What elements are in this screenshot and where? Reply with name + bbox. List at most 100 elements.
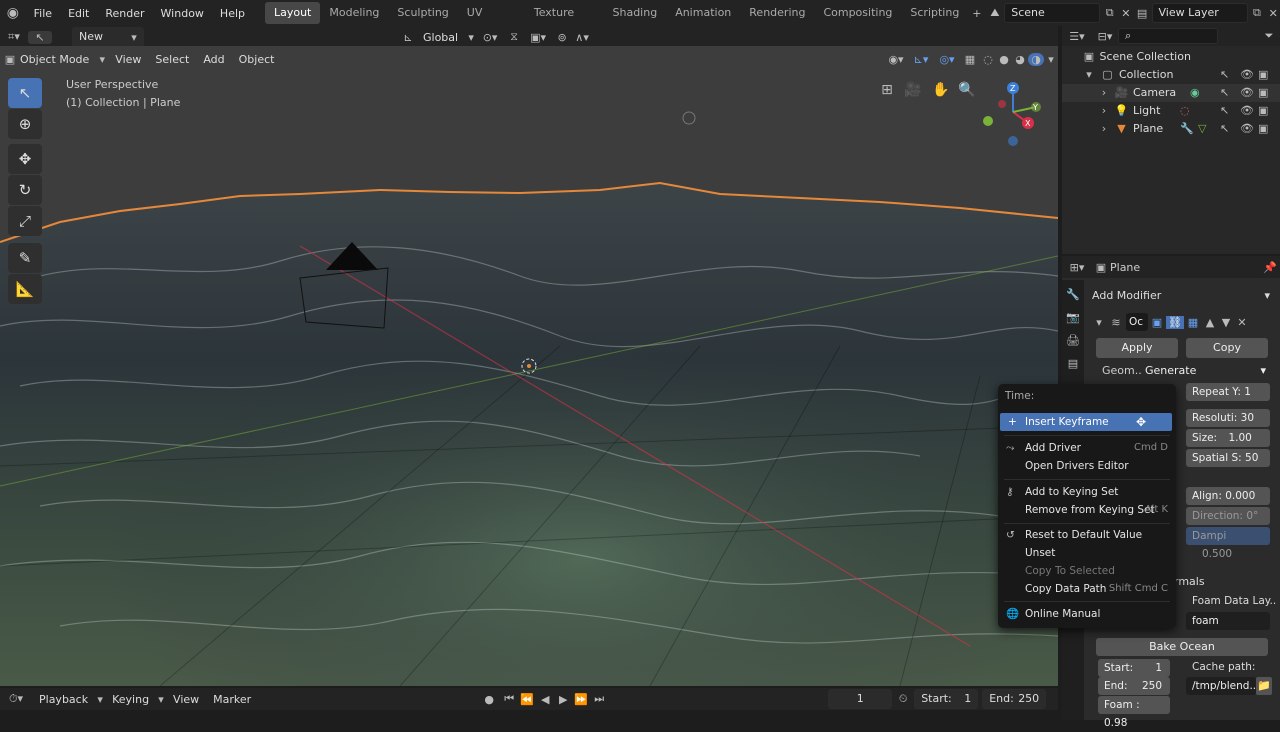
material-shading-icon[interactable]: ◕ [1012, 53, 1028, 66]
xray-icon[interactable]: ▦ [960, 53, 980, 66]
tab-rendering[interactable]: Rendering [740, 2, 814, 24]
gizmo-toggle-icon[interactable]: ⊾▾ [908, 53, 934, 66]
current-frame-field[interactable]: 1 [828, 689, 893, 709]
new-scene-icon[interactable]: ⧉ [1100, 6, 1119, 20]
repeat-y-field[interactable]: Repeat Y: 1 [1186, 383, 1270, 401]
axis-gizmo[interactable]: Z X Y [980, 80, 1046, 150]
annotate-tool[interactable]: ✎ [8, 243, 42, 273]
pin-icon[interactable]: 📌 [1260, 261, 1280, 274]
tab-shading[interactable]: Shading [604, 2, 667, 24]
chevron-down-icon[interactable]: ▾ [156, 693, 166, 706]
falloff-icon[interactable]: ∧▾ [573, 31, 591, 44]
cage-toggle-icon[interactable]: ⛓ [1166, 315, 1184, 329]
tab-animation[interactable]: Animation [666, 2, 740, 24]
menu-file[interactable]: File [26, 7, 60, 20]
tab-texture-paint[interactable]: Texture Paint [525, 2, 604, 41]
disclosure-triangle-icon[interactable]: › [1098, 84, 1110, 102]
chevron-down-icon[interactable]: ▾ [95, 693, 105, 706]
cursor-tool[interactable]: ⊕ [8, 109, 42, 139]
remove-from-keying-set-item[interactable]: Remove from Keying Set Alt K [998, 501, 1176, 519]
eye-icon[interactable]: 👁 [1240, 120, 1254, 138]
scene-icon[interactable]: ⛰ [985, 6, 1004, 20]
pan-hand-icon[interactable]: ✋ [932, 82, 950, 98]
snap-target-icon[interactable]: ▣▾ [525, 31, 551, 44]
jump-end-icon[interactable]: ⏭ [590, 692, 608, 706]
outliner-item-plane[interactable]: › ▼ Plane 🔧 ▽ ↖ 👁 ▣ [1062, 120, 1280, 138]
align-field[interactable]: Align: 0.000 [1186, 487, 1270, 505]
online-manual-item[interactable]: 🌐 Online Manual [998, 605, 1176, 623]
tab-modeling[interactable]: Modeling [320, 2, 388, 24]
apply-button[interactable]: Apply [1096, 338, 1178, 358]
view-layer-tab-icon[interactable]: ▤ [1062, 357, 1084, 370]
outliner-editor-icon[interactable]: ☰▾ [1062, 30, 1092, 43]
add-modifier-dropdown[interactable]: Add Modifier ▾ [1092, 286, 1274, 306]
render-toggle-icon[interactable]: ▣ [1258, 102, 1268, 120]
collection-row[interactable]: ▾ ▢ Collection ↖ 👁 ▣ [1062, 66, 1280, 84]
direction-field[interactable]: Direction: 0° [1186, 507, 1270, 525]
solid-shading-icon[interactable]: ● [996, 53, 1012, 66]
menu-playback[interactable]: Playback [32, 693, 95, 706]
play-reverse-icon[interactable]: ◀ [536, 693, 554, 706]
select-toggle-icon[interactable]: ↖ [1220, 120, 1229, 138]
blender-logo-icon[interactable]: ◉ [0, 5, 26, 21]
bake-start-field[interactable]: Start: 1 [1098, 659, 1170, 677]
chevron-down-icon[interactable]: ▾ [465, 31, 477, 44]
render-tab-icon[interactable]: 📷 [1062, 311, 1084, 324]
wireframe-shading-icon[interactable]: ◌ [980, 53, 996, 66]
view-layer-icon[interactable]: ▤ [1133, 7, 1152, 20]
foam-layer-field[interactable]: foam [1186, 612, 1270, 630]
tool-tab-icon[interactable]: 🔧 [1062, 288, 1084, 301]
timeline-editor-icon[interactable]: ⏱▾ [0, 692, 32, 706]
geometry-dropdown[interactable]: Generate ▾ [1142, 362, 1270, 380]
camera-view-icon[interactable]: 🎥 [904, 82, 922, 98]
shading-options-icon[interactable]: ▾ [1044, 53, 1058, 66]
visibility-icon[interactable]: ◉▾ [884, 53, 908, 66]
rotate-tool[interactable]: ↻ [8, 175, 42, 205]
realtime-toggle-icon[interactable]: ▦ [1184, 316, 1202, 329]
menu-object[interactable]: Object [232, 53, 282, 66]
delete-scene-icon[interactable]: ✕ [1119, 7, 1133, 20]
menu-timeline-view[interactable]: View [166, 693, 206, 706]
scale-tool[interactable]: ⤢ [8, 206, 42, 236]
move-up-icon[interactable]: ▲ [1202, 316, 1218, 329]
move-down-icon[interactable]: ▼ [1218, 316, 1234, 329]
select-toggle-icon[interactable]: ↖ [1220, 84, 1229, 102]
open-drivers-editor-item[interactable]: Open Drivers Editor [998, 457, 1176, 475]
start-frame-field[interactable]: Start: 1 [914, 689, 979, 709]
toggle-view-icon[interactable]: ⊞ [878, 82, 896, 98]
spatial-size-field[interactable]: Spatial S: 50 [1186, 449, 1270, 467]
menu-marker[interactable]: Marker [206, 693, 258, 706]
preview-range-icon[interactable]: ⏲ [892, 692, 914, 706]
size-field[interactable]: Size: 1.00 [1186, 429, 1270, 447]
add-driver-item[interactable]: ⤳ Add Driver Cmd D [998, 439, 1176, 457]
modifier-name-field[interactable]: Oc [1126, 313, 1148, 331]
zoom-icon[interactable]: 🔍 [958, 82, 976, 98]
edit-mode-toggle-icon[interactable]: ▣ [1148, 316, 1166, 329]
select-tool-icon[interactable]: ↖ [28, 30, 52, 44]
menu-select[interactable]: Select [148, 53, 196, 66]
disclosure-triangle-icon[interactable]: ▾ [1082, 66, 1096, 84]
output-tab-icon[interactable]: 🖨 [1062, 334, 1084, 347]
scene-collection-row[interactable]: ▣ Scene Collection [1062, 48, 1280, 66]
record-icon[interactable]: ● [478, 693, 500, 706]
insert-keyframe-item[interactable]: + Insert Keyframe ✥ [1000, 413, 1172, 431]
menu-edit[interactable]: Edit [60, 7, 97, 20]
light-data-icon[interactable]: ◌ [1180, 102, 1190, 120]
camera-data-icon[interactable]: ◉ [1190, 84, 1200, 102]
damping-field[interactable]: Dampi 0.500 [1186, 527, 1270, 560]
disclosure-triangle-icon[interactable]: › [1098, 120, 1110, 138]
bake-end-field[interactable]: End: 250 [1098, 677, 1170, 695]
orientation-dropdown[interactable]: Global [416, 31, 465, 44]
folder-icon[interactable]: 📁 [1256, 677, 1272, 695]
resolution-field[interactable]: Resoluti: 30 [1186, 409, 1270, 427]
eye-icon[interactable]: 👁 [1240, 102, 1254, 120]
tab-compositing[interactable]: Compositing [814, 2, 901, 24]
timeline-area[interactable] [0, 710, 1058, 720]
delete-view-layer-icon[interactable]: ✕ [1266, 7, 1280, 20]
bake-ocean-button[interactable]: Bake Ocean [1096, 638, 1268, 656]
tab-layout[interactable]: Layout [264, 2, 321, 24]
mesh-data-icon[interactable]: ▽ [1198, 120, 1206, 138]
chevron-down-icon[interactable]: ▾ [96, 53, 108, 66]
tab-scripting[interactable]: Scripting [901, 2, 968, 24]
menu-add[interactable]: Add [196, 53, 231, 66]
